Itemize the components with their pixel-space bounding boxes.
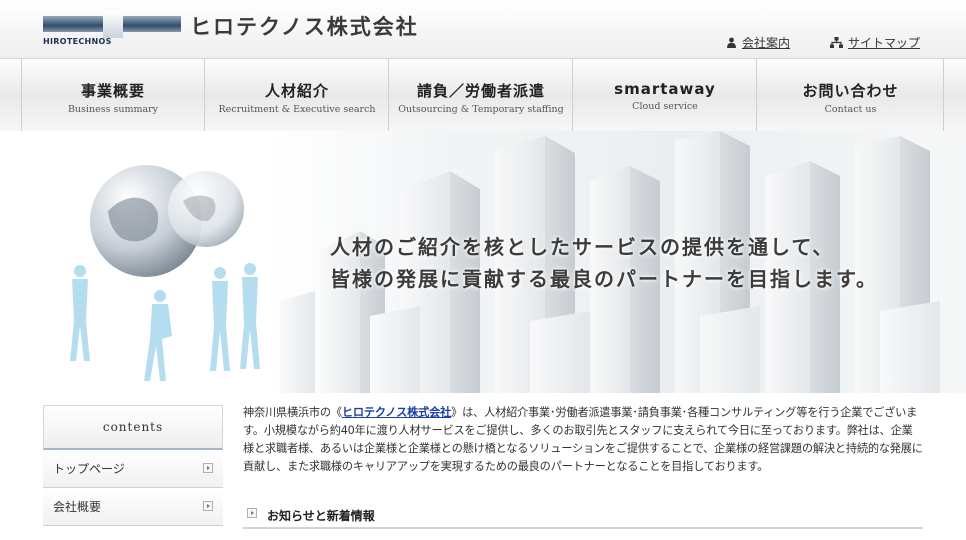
nav-label-jp: 事業概要 [80,82,145,100]
nav-label-jp: 人材紹介 [264,82,329,100]
intro-paragraph: 神奈川県横浜市の《ヒロテクノス株式会社》は、人材紹介事業･労働者派遣事業･請負事… [243,404,923,476]
news-title: お知らせと新着情報 [267,509,375,523]
person-icon [726,37,736,48]
logo-mark [103,12,123,38]
company-info-link[interactable]: 会社案内 [726,34,790,51]
sidebar-item-company-overview[interactable]: 会社概要 [43,488,223,526]
nav-business-summary[interactable]: 事業概要 Business summary [22,59,205,131]
nav-label-en: Recruitment & Executive search [218,104,376,115]
sitemap-icon [829,37,843,48]
site-header: HIROTECHNOS ヒロテクノス株式会社 会社案内 サイトマップ [0,0,966,58]
nav-smartaway[interactable]: smartaway Cloud service [574,59,757,131]
sitemap-link[interactable]: サイトマップ [829,34,920,51]
news-section-header: お知らせと新着情報 [243,503,923,529]
company-name: ヒロテクノス株式会社 [190,15,419,39]
slogan-line-2: 皆様の発展に貢献する最良のパートナーを目指します。 [330,267,878,291]
nav-label-en: Business summary [67,104,159,115]
hero-banner: 人材のご紹介を核としたサービスの提供を通して、 皆様の発展に貢献する最良のパート… [0,131,966,393]
arrow-right-icon [203,501,213,511]
nav-label-jp: smartaway [614,80,716,98]
nav-label-en: Cloud service [632,101,698,112]
sidebar-item-label: トップページ [53,462,125,476]
company-info-label: 会社案内 [741,36,790,50]
logo-text: HIROTECHNOS [43,37,112,46]
contents-sidebar: contents トップページ 会社概要 [43,405,223,526]
sitemap-label: サイトマップ [847,36,920,50]
business-people-image [70,263,260,381]
nav-outsourcing[interactable]: 請負／労働者派遣 Outsourcing & Temporary staffin… [390,59,573,131]
intro-before: 神奈川県横浜市の [243,406,331,419]
nav-label-en: Outsourcing & Temporary staffing [398,104,564,115]
nav-label-en: Contact us [824,104,877,115]
slogan-line-1: 人材のご紹介を核としたサービスの提供を通して、 [330,235,835,259]
sidebar-item-top-page[interactable]: トップページ [43,450,223,488]
company-logo[interactable]: HIROTECHNOS [43,10,181,48]
contents-heading: contents [43,405,223,450]
nav-contact[interactable]: お問い合わせ Contact us [758,59,944,131]
intro-close-bracket: 》 [451,406,463,419]
company-link[interactable]: ヒロテクノス株式会社 [342,406,451,419]
arrow-right-icon [247,508,257,518]
nav-label-jp: 請負／労働者派遣 [416,82,545,100]
sidebar-item-label: 会社概要 [53,500,102,514]
nav-recruitment[interactable]: 人材紹介 Recruitment & Executive search [206,59,389,131]
hero-slogan: 人材のご紹介を核としたサービスの提供を通して、 皆様の発展に貢献する最良のパート… [330,231,878,295]
nav-label-jp: お問い合わせ [802,82,899,100]
global-nav: 事業概要 Business summary 人材紹介 Recruitment &… [0,58,966,132]
arrow-right-icon [203,463,213,473]
intro-open-bracket: 《 [330,406,342,419]
header-links: 会社案内 サイトマップ [726,34,920,51]
